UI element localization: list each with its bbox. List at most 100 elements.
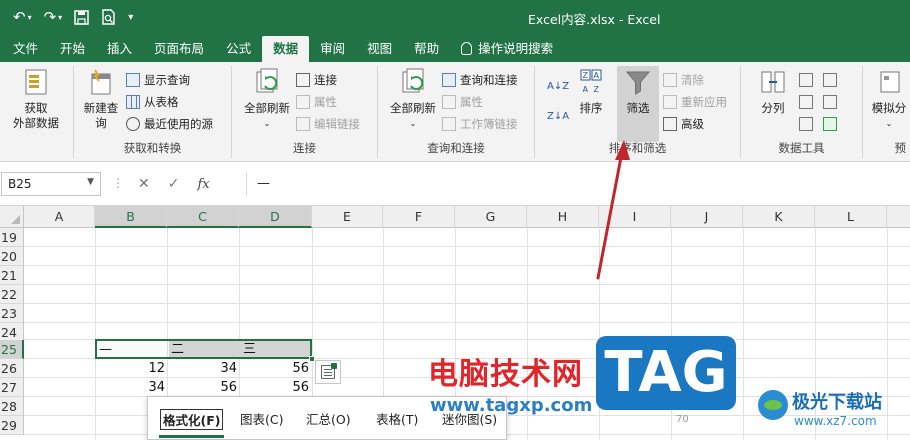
print-preview-icon[interactable] [98,6,119,28]
grid-table-icon [126,95,140,109]
tab-home[interactable]: 开始 [49,36,96,62]
redo-icon[interactable]: ↷ ▾ [41,6,66,28]
group-label-connections: 连接 [293,141,316,155]
cell-c26[interactable]: 34 [169,359,237,378]
column-header-j[interactable]: J [671,206,743,228]
cell-b27[interactable]: 34 [97,378,165,397]
undo-icon[interactable]: ↶ ▾ [10,6,35,28]
cell-d25[interactable]: 三 [243,340,309,359]
save-icon[interactable] [71,6,92,28]
filter-button[interactable]: 筛选 [617,66,659,142]
ribbon-tabs: 文件 开始 插入 页面布局 公式 数据 审阅 视图 帮助 操作说明搜索 [0,34,910,62]
column-header-e[interactable]: E [312,206,383,228]
cell-b26[interactable]: 12 [97,359,165,378]
connections-icon [296,73,310,87]
recent-sources-button[interactable]: 最近使用的源 [126,114,213,134]
row-header-27[interactable]: 27 [0,378,24,397]
aurora-name: 极光下载站 [792,392,882,413]
row-header-19[interactable]: 19 [0,228,24,247]
get-external-data-button[interactable]: 获取 外部数据 [4,66,68,131]
row-header-23[interactable]: 23 [0,304,24,323]
relationships-icon[interactable] [799,114,817,134]
row-header-20[interactable]: 20 [0,247,24,266]
qa-tab-charts[interactable]: 图表(C) [240,409,283,428]
formula-controls: ✕ ✓ fx [128,172,243,196]
new-query-button[interactable]: 新建查 询 [78,66,124,131]
cancel-icon[interactable]: ✕ [138,176,150,192]
group-queries-connections: 全部刷新 ⌄ 查询和连接 属性 工作簿链接 查询和连接 [378,66,535,158]
refresh-all-button-1[interactable]: 全部刷新 ⌄ [238,66,296,131]
tab-page-layout[interactable]: 页面布局 [143,36,215,62]
clear-filter-button[interactable]: 清除 [663,70,704,90]
cell-b25[interactable]: — [99,340,165,359]
insert-function-icon[interactable]: fx [197,177,209,192]
from-table-button[interactable]: 从表格 [126,92,179,112]
row-header-29[interactable]: 29 [0,416,24,435]
column-header-h[interactable]: H [527,206,599,228]
reapply-button[interactable]: 重新应用 [663,92,727,112]
qa-tab-tables[interactable]: 表格(T) [376,409,418,428]
row-header-26[interactable]: 26 [0,359,24,378]
tab-file[interactable]: 文件 [2,36,49,62]
workbook-links-button[interactable]: 工作簿链接 [442,114,518,134]
show-queries-button[interactable]: 显示查询 [126,70,190,90]
quick-access-toolbar: ↶ ▾ ↷ ▾ ▾ [10,6,136,28]
connections-button[interactable]: 连接 [296,70,337,90]
cell-c25[interactable]: 二 [171,340,237,359]
cell-d27[interactable]: 56 [241,378,309,397]
tab-data[interactable]: 数据 [262,36,310,62]
cell-c27[interactable]: 56 [169,378,237,397]
row-header-25[interactable]: 25 [0,340,24,359]
text-to-columns-button[interactable]: 分列 [753,66,793,116]
resize-dots-icon[interactable]: ⋮ [112,176,124,190]
column-header-f[interactable]: F [383,206,455,228]
column-header-c[interactable]: C [167,206,239,228]
row-header-28[interactable]: 28 [0,397,24,416]
consolidate-icon[interactable] [823,92,841,112]
cell-d26[interactable]: 56 [241,359,309,378]
relationships-glyph [799,117,813,131]
formula-input[interactable]: — [246,172,910,196]
properties-button-1[interactable]: 属性 [296,92,337,112]
refresh-all-button-2[interactable]: 全部刷新 ⌄ [384,66,442,131]
quick-analysis-button[interactable] [315,360,341,384]
column-header-k[interactable]: K [743,206,815,228]
advanced-filter-button[interactable]: 高级 [663,114,704,134]
row-header-21[interactable]: 21 [0,266,24,285]
dropdown-caret-icon: ⌄ [885,119,893,128]
column-header-g[interactable]: G [455,206,527,228]
what-if-analysis-button[interactable]: 模拟分 ⌄ [867,66,910,131]
tab-formulas[interactable]: 公式 [215,36,262,62]
properties-button-2[interactable]: 属性 [442,92,483,112]
sort-button[interactable]: ZAAZ 排序 [571,66,611,116]
column-header-d[interactable]: D [239,206,312,228]
column-header-m[interactable] [887,206,910,228]
column-header-i[interactable]: I [599,206,671,228]
tab-view[interactable]: 视图 [356,36,403,62]
flash-fill-icon[interactable] [799,70,817,90]
name-box[interactable]: B25 ▼ [1,172,101,196]
column-header-b[interactable]: B [95,206,167,228]
qa-tab-totals[interactable]: 汇总(O) [306,409,351,428]
sort-desc-icon[interactable]: Z↓A [547,106,569,126]
tab-help[interactable]: 帮助 [403,36,450,62]
row-header-22[interactable]: 22 [0,285,24,304]
data-validation-icon[interactable] [799,92,817,112]
chevron-down-icon[interactable]: ▼ [87,177,94,187]
select-all-button[interactable] [0,206,24,228]
remove-duplicates-glyph [823,73,837,87]
column-header-a[interactable]: A [24,206,95,228]
qa-tab-formatting[interactable]: 格式化(F) [158,409,225,438]
tell-me-search[interactable]: 操作说明搜索 [450,36,564,62]
column-header-l[interactable]: L [815,206,887,228]
tab-review[interactable]: 审阅 [309,36,356,62]
remove-duplicates-icon[interactable] [823,70,841,90]
customize-qat-icon[interactable]: ▾ [125,6,136,28]
queries-connections-button[interactable]: 查询和连接 [442,70,518,90]
data-model-icon[interactable] [823,114,841,134]
edit-links-button[interactable]: 编辑链接 [296,114,360,134]
new-query-label-2: 询 [95,116,107,130]
sort-asc-icon[interactable]: A↓Z [547,76,569,96]
tab-insert[interactable]: 插入 [96,36,143,62]
enter-icon[interactable]: ✓ [168,176,180,192]
